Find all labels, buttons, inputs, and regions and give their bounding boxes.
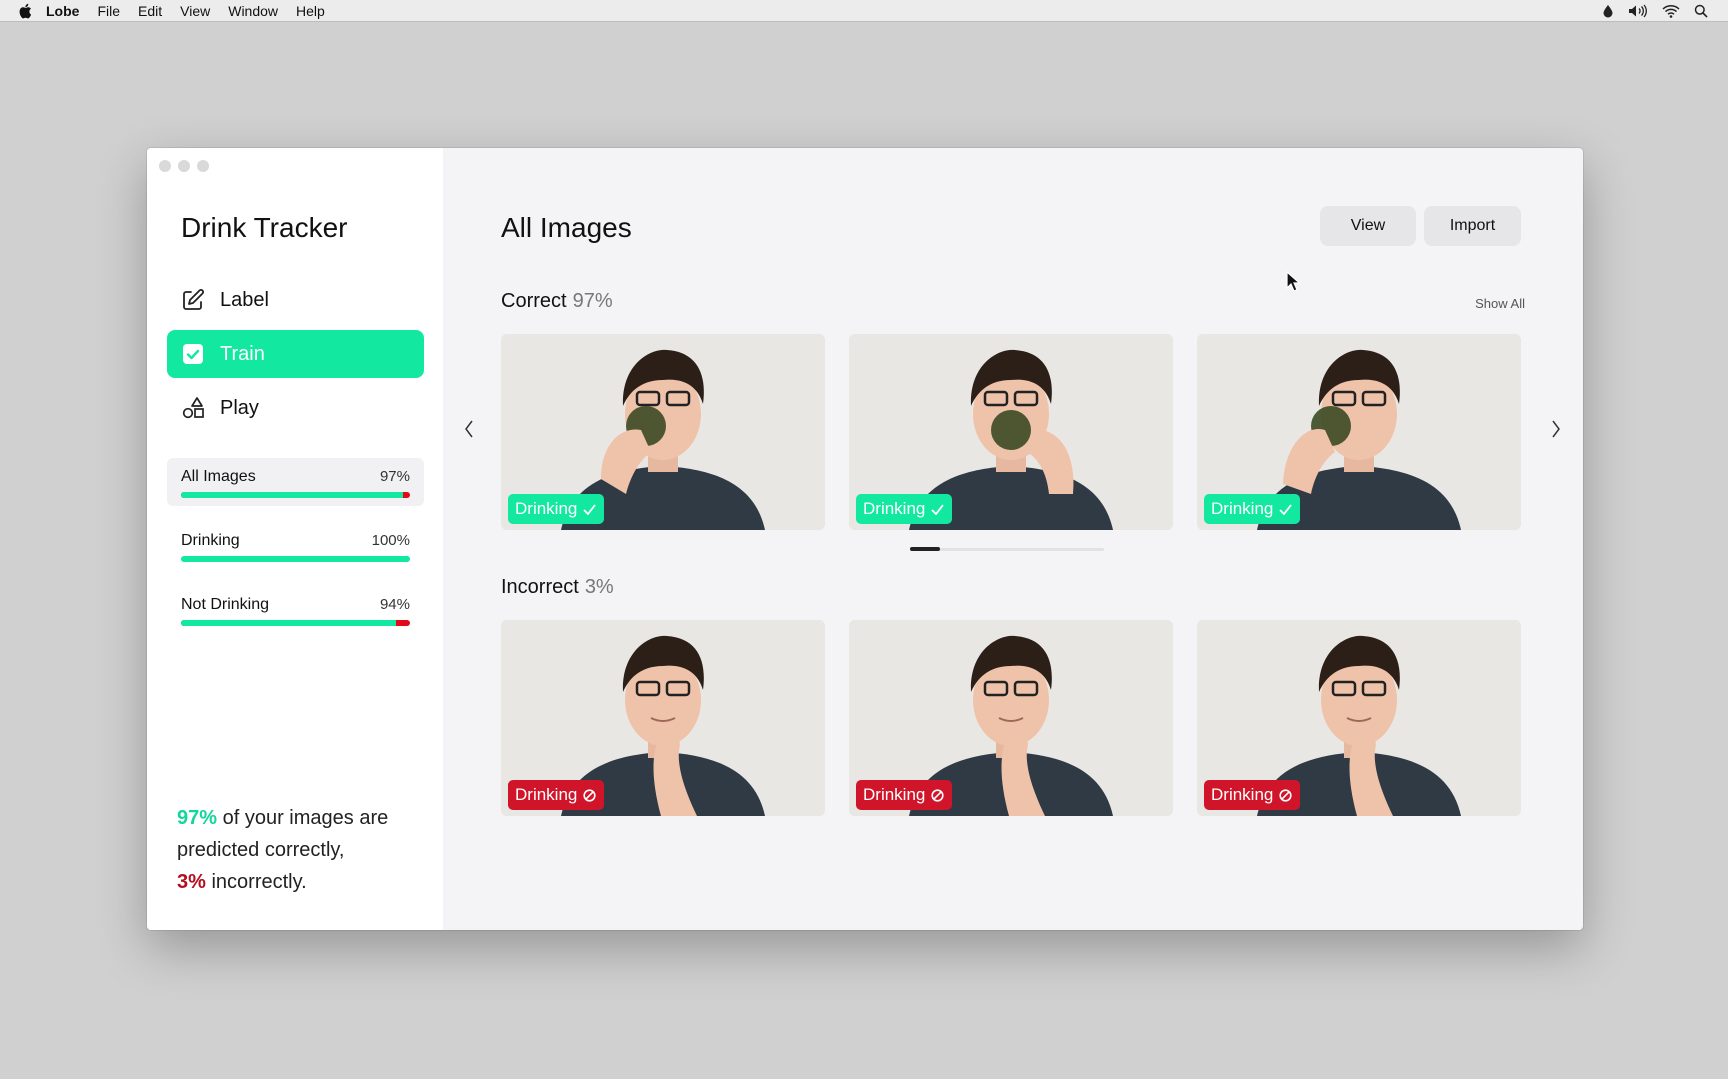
prediction-tag: Drinking bbox=[1204, 494, 1301, 524]
summary-incorrect-pct: 3% bbox=[177, 871, 206, 893]
spotlight-search-icon[interactable] bbox=[1694, 4, 1708, 18]
summary-incorrect-text: incorrectly. bbox=[205, 871, 307, 893]
menu-help[interactable]: Help bbox=[296, 3, 325, 19]
accuracy-summary: 97% of your images are predicted correct… bbox=[177, 802, 417, 898]
stat-all-images[interactable]: All Images 97% bbox=[167, 458, 424, 506]
accuracy-bar bbox=[181, 556, 410, 562]
menu-app-name[interactable]: Lobe bbox=[46, 3, 79, 19]
nav-train[interactable]: Train bbox=[167, 330, 424, 378]
carousel-scroll-thumb[interactable] bbox=[910, 547, 940, 551]
prediction-label: Drinking bbox=[863, 785, 926, 804]
prediction-label: Drinking bbox=[515, 499, 578, 518]
prediction-tag: Drinking bbox=[856, 494, 953, 524]
image-thumbnail[interactable]: Drinking bbox=[1197, 334, 1521, 530]
menu-file[interactable]: File bbox=[97, 3, 120, 19]
prohibited-icon bbox=[583, 788, 596, 802]
check-square-icon bbox=[181, 342, 205, 366]
shapes-icon bbox=[181, 396, 205, 420]
prediction-label: Drinking bbox=[1211, 499, 1274, 518]
image-thumbnail[interactable]: Drinking bbox=[849, 334, 1173, 530]
view-button[interactable]: View bbox=[1320, 206, 1416, 246]
nav-play[interactable]: Play bbox=[167, 384, 424, 432]
prohibited-icon bbox=[1279, 788, 1292, 802]
prediction-tag: Drinking bbox=[508, 494, 605, 524]
next-arrow-icon[interactable] bbox=[1546, 414, 1566, 444]
zoom-window-button[interactable] bbox=[197, 160, 209, 172]
prediction-tag: Drinking bbox=[1204, 780, 1301, 810]
project-title: Drink Tracker bbox=[181, 212, 348, 243]
prediction-tag: Drinking bbox=[508, 780, 605, 810]
sidebar: Drink Tracker Label Train Play All Image… bbox=[147, 148, 443, 930]
show-all-link[interactable]: Show All bbox=[1475, 296, 1525, 311]
stat-percent: 94% bbox=[379, 596, 410, 613]
accuracy-bar-fill bbox=[181, 492, 404, 498]
correct-section-title: Correct 97% bbox=[501, 290, 613, 313]
close-window-button[interactable] bbox=[159, 160, 171, 172]
summary-correct-pct: 97% bbox=[177, 807, 218, 829]
prediction-tag: Drinking bbox=[856, 780, 953, 810]
checkmark-icon bbox=[1279, 503, 1293, 515]
accuracy-bar-fill bbox=[181, 620, 397, 626]
accuracy-bar bbox=[181, 620, 410, 626]
section-percent: 97% bbox=[572, 290, 613, 312]
volume-icon[interactable] bbox=[1628, 4, 1648, 18]
minimize-window-button[interactable] bbox=[178, 160, 190, 172]
prediction-label: Drinking bbox=[1211, 785, 1274, 804]
checkmark-icon bbox=[931, 503, 945, 515]
nav-label[interactable]: Label bbox=[167, 276, 424, 324]
nav-train-text: Train bbox=[220, 342, 265, 365]
incorrect-section-title: Incorrect 3% bbox=[501, 576, 614, 599]
prediction-label: Drinking bbox=[863, 499, 926, 518]
image-thumbnail[interactable]: Drinking bbox=[849, 620, 1173, 816]
stat-label: Not Drinking bbox=[181, 596, 270, 613]
app-window: Drink Tracker Label Train Play All Image… bbox=[147, 148, 1583, 930]
stat-percent: 100% bbox=[371, 532, 410, 549]
menu-edit[interactable]: Edit bbox=[138, 3, 162, 19]
previous-arrow-icon[interactable] bbox=[459, 414, 479, 444]
accuracy-bar-fill bbox=[181, 556, 410, 562]
image-thumbnail[interactable]: Drinking bbox=[501, 620, 825, 816]
mouse-pointer-icon bbox=[1286, 270, 1302, 298]
image-thumbnail[interactable]: Drinking bbox=[1197, 620, 1521, 816]
section-percent: 3% bbox=[584, 576, 614, 598]
menu-window[interactable]: Window bbox=[228, 3, 278, 19]
prohibited-icon bbox=[931, 788, 944, 802]
section-title-text: Incorrect bbox=[501, 576, 579, 598]
stat-label: All Images bbox=[181, 468, 256, 485]
nav-label-text: Label bbox=[220, 288, 269, 311]
section-title-text: Correct bbox=[501, 290, 567, 312]
stat-label: Drinking bbox=[181, 532, 240, 549]
main-content: All Images View Import Correct 97% Show A… bbox=[443, 148, 1583, 930]
window-controls bbox=[159, 160, 209, 172]
import-button[interactable]: Import bbox=[1424, 206, 1521, 246]
image-thumbnail[interactable]: Drinking bbox=[501, 334, 825, 530]
drop-icon[interactable] bbox=[1602, 4, 1614, 18]
page-title: All Images bbox=[501, 212, 632, 243]
accuracy-bar bbox=[181, 492, 410, 498]
prediction-label: Drinking bbox=[515, 785, 578, 804]
menu-bar: Lobe File Edit View Window Help bbox=[0, 0, 1728, 22]
carousel-scrollbar[interactable] bbox=[910, 547, 1104, 551]
pencil-icon bbox=[181, 288, 205, 312]
stat-percent: 97% bbox=[379, 468, 410, 485]
menu-view[interactable]: View bbox=[180, 3, 210, 19]
wifi-icon[interactable] bbox=[1662, 4, 1680, 18]
nav-play-text: Play bbox=[220, 396, 259, 419]
apple-logo-icon[interactable] bbox=[18, 3, 32, 19]
checkmark-icon bbox=[583, 503, 597, 515]
stat-drinking[interactable]: Drinking 100% bbox=[167, 522, 424, 570]
stat-not-drinking[interactable]: Not Drinking 94% bbox=[167, 586, 424, 634]
